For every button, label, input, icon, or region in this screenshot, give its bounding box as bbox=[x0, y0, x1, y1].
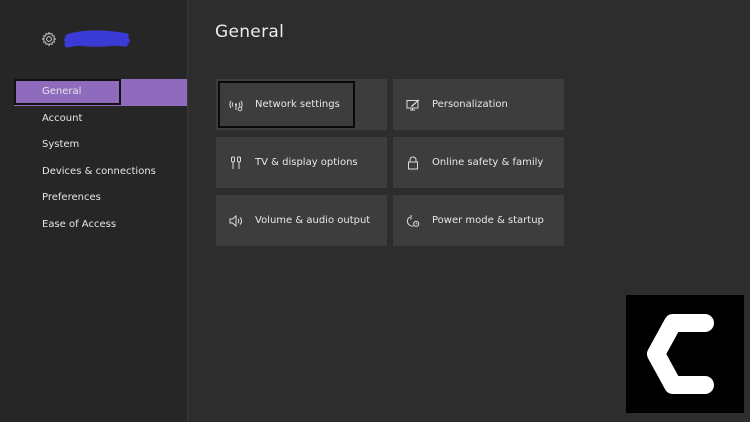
sidebar: General Account System Devices & connect… bbox=[0, 0, 188, 422]
gear-icon[interactable] bbox=[41, 31, 57, 47]
sidebar-item-devices-connections[interactable]: Devices & connections bbox=[0, 159, 187, 186]
lock-icon bbox=[406, 155, 420, 170]
sidebar-header bbox=[41, 28, 131, 50]
network-icon bbox=[229, 98, 243, 112]
tile-label: Online safety & family bbox=[432, 157, 544, 168]
tile-label: TV & display options bbox=[255, 157, 358, 168]
sidebar-item-label: Ease of Access bbox=[42, 218, 117, 230]
tile-personalization[interactable]: Personalization bbox=[393, 79, 564, 130]
tv-display-icon bbox=[229, 156, 243, 170]
tile-tv-display-options[interactable]: TV & display options bbox=[216, 137, 387, 188]
tile-volume-audio-output[interactable]: Volume & audio output bbox=[216, 195, 387, 246]
tile-power-mode-startup[interactable]: Power mode & startup bbox=[393, 195, 564, 246]
redacted-username-scribble bbox=[61, 28, 131, 50]
sidebar-item-account[interactable]: Account bbox=[0, 106, 187, 133]
sidebar-item-label: System bbox=[42, 139, 80, 150]
sidebar-item-label: Preferences bbox=[42, 192, 101, 203]
sidebar-item-label: Account bbox=[42, 112, 83, 124]
page-title: General bbox=[215, 22, 285, 42]
tile-label: Power mode & startup bbox=[432, 215, 544, 226]
c-logo-icon bbox=[626, 295, 744, 413]
speaker-icon bbox=[229, 214, 243, 228]
tile-label: Personalization bbox=[432, 99, 508, 110]
tile-online-safety-family[interactable]: Online safety & family bbox=[393, 137, 564, 188]
power-icon bbox=[406, 214, 420, 228]
sidebar-item-system[interactable]: System bbox=[0, 132, 187, 159]
settings-grid: Network settings Personalization TV & di… bbox=[216, 79, 564, 246]
sidebar-item-preferences[interactable]: Preferences bbox=[0, 185, 187, 212]
sidebar-item-label: Devices & connections bbox=[42, 165, 156, 177]
sidebar-item-general[interactable]: General bbox=[14, 79, 187, 106]
sidebar-nav: General Account System Devices & connect… bbox=[0, 79, 187, 238]
personalization-icon bbox=[406, 98, 420, 112]
sidebar-item-label: General bbox=[42, 86, 82, 97]
c-logo bbox=[626, 295, 744, 413]
sidebar-item-ease-of-access[interactable]: Ease of Access bbox=[0, 212, 187, 239]
tile-label: Network settings bbox=[255, 99, 340, 110]
tile-network-settings[interactable]: Network settings bbox=[216, 79, 387, 130]
tile-label: Volume & audio output bbox=[255, 215, 371, 226]
